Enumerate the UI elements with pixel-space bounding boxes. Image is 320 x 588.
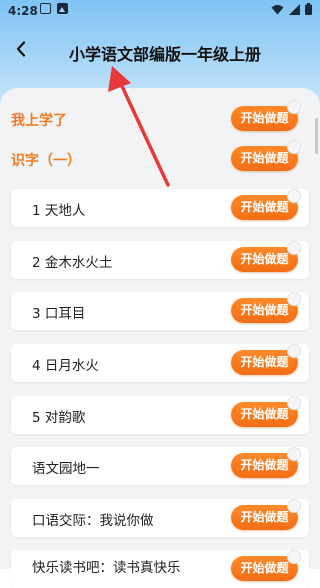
signal-icon bbox=[289, 3, 300, 15]
section-label: 我上学了 bbox=[11, 113, 67, 129]
toggle-dot-icon bbox=[287, 447, 301, 461]
start-quiz-button[interactable]: 开始做题 bbox=[231, 344, 301, 375]
toggle-dot-icon bbox=[287, 550, 301, 564]
start-quiz-label: 开始做题 bbox=[240, 510, 289, 524]
section-row-shi-zi-yi: 识字（一） 开始做题 bbox=[0, 140, 320, 174]
lesson-card[interactable]: 3 口耳目 开始做题 bbox=[11, 292, 309, 330]
start-quiz-label: 开始做题 bbox=[240, 200, 289, 214]
status-bar: 4:28 bbox=[0, 0, 320, 24]
status-time: 4:28 bbox=[8, 4, 38, 18]
start-quiz-label: 开始做题 bbox=[240, 458, 289, 472]
start-quiz-label: 开始做题 bbox=[240, 303, 289, 317]
start-quiz-label: 开始做题 bbox=[240, 355, 289, 369]
scrollbar[interactable] bbox=[315, 118, 318, 154]
start-quiz-label: 开始做题 bbox=[240, 252, 289, 266]
start-quiz-label: 开始做题 bbox=[240, 407, 289, 421]
start-quiz-button[interactable]: 开始做题 bbox=[231, 396, 301, 427]
lesson-card[interactable]: 语文园地一 开始做题 bbox=[11, 447, 309, 485]
toggle-dot-icon bbox=[287, 100, 301, 114]
lesson-card[interactable]: 4 日月水火 开始做题 bbox=[11, 344, 309, 382]
start-quiz-button[interactable]: 开始做题 bbox=[231, 447, 301, 478]
lesson-card[interactable]: 1 天地人 开始做题 bbox=[11, 189, 309, 227]
wifi-icon bbox=[271, 4, 284, 14]
notification-icons bbox=[40, 3, 68, 14]
start-quiz-button[interactable]: 开始做题 bbox=[231, 292, 301, 323]
start-quiz-button[interactable]: 开始做题 bbox=[231, 100, 301, 131]
lesson-label: 5 对韵歌 bbox=[32, 410, 86, 426]
lesson-label: 语文园地一 bbox=[32, 461, 100, 477]
start-quiz-label: 开始做题 bbox=[240, 111, 289, 125]
notification-icon bbox=[40, 3, 51, 14]
start-quiz-button[interactable]: 开始做题 bbox=[231, 241, 301, 272]
lesson-label: 3 口耳目 bbox=[32, 306, 86, 322]
toggle-dot-icon bbox=[287, 140, 301, 154]
lesson-label: 4 日月水火 bbox=[32, 358, 99, 374]
start-quiz-button[interactable]: 开始做题 bbox=[231, 189, 301, 220]
start-quiz-label: 开始做题 bbox=[240, 151, 289, 165]
start-quiz-label: 开始做题 bbox=[240, 561, 289, 575]
section-label: 识字（一） bbox=[11, 153, 81, 169]
lesson-label: 口语交际：我说你做 bbox=[32, 513, 154, 529]
lesson-card[interactable]: 5 对韵歌 开始做题 bbox=[11, 396, 309, 434]
page-title: 小学语文部编版一年级上册 bbox=[68, 45, 261, 64]
battery-icon bbox=[305, 3, 312, 15]
lesson-label: 快乐读书吧：读书真快乐 bbox=[32, 560, 181, 576]
section-row-wo-shang-xue-le: 我上学了 开始做题 bbox=[0, 100, 320, 134]
toggle-dot-icon bbox=[287, 344, 301, 358]
toggle-dot-icon bbox=[287, 189, 301, 203]
toggle-dot-icon bbox=[287, 396, 301, 410]
system-icons bbox=[271, 3, 312, 15]
lesson-label: 1 天地人 bbox=[32, 203, 86, 219]
toggle-dot-icon bbox=[287, 241, 301, 255]
toggle-dot-icon bbox=[287, 292, 301, 306]
start-quiz-button[interactable]: 开始做题 bbox=[231, 140, 301, 171]
lesson-label: 2 金木水火土 bbox=[32, 255, 113, 271]
lesson-card[interactable]: 快乐读书吧：读书真快乐 开始做题 bbox=[11, 550, 309, 588]
gallery-icon bbox=[57, 3, 68, 14]
lesson-card[interactable]: 口语交际：我说你做 开始做题 bbox=[11, 499, 309, 537]
toggle-dot-icon bbox=[287, 499, 301, 513]
lesson-card[interactable]: 2 金木水火土 开始做题 bbox=[11, 241, 309, 279]
app-bar: 小学语文部编版一年级上册 bbox=[0, 30, 320, 74]
start-quiz-button[interactable]: 开始做题 bbox=[231, 499, 301, 530]
